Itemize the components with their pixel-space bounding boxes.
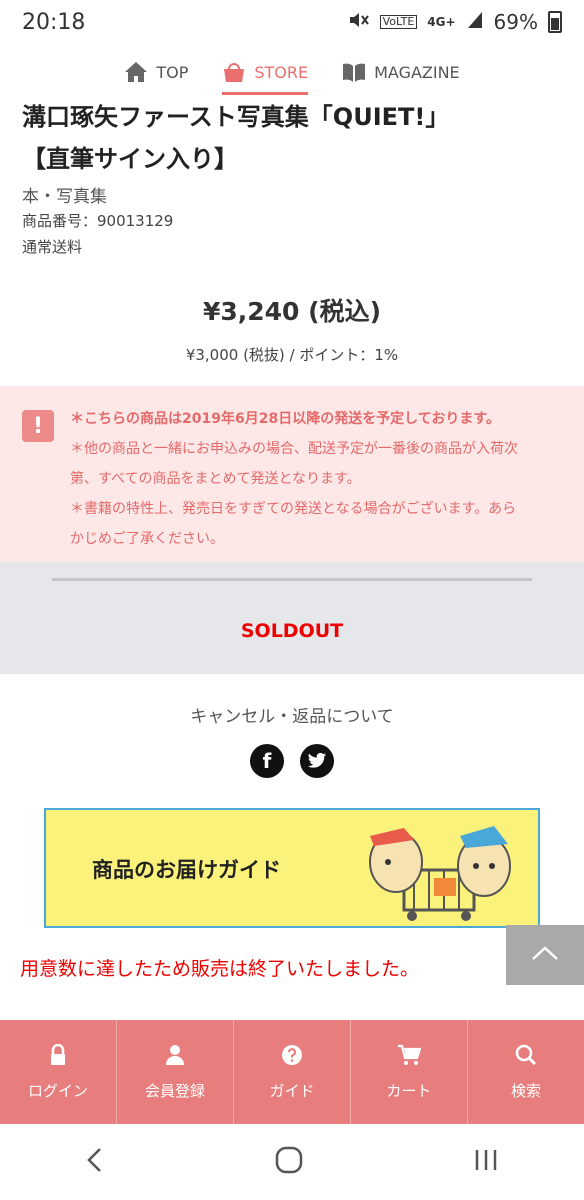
nav-magazine[interactable]: MAGAZINE [342, 52, 460, 92]
divider [52, 578, 532, 581]
signal-icon [466, 10, 484, 35]
tab-login[interactable]: ログイン [0, 1020, 117, 1124]
tab-cart[interactable]: カート [351, 1020, 468, 1124]
soldout-area: SOLDOUT [0, 562, 584, 674]
tab-login-label: ログイン [27, 1081, 88, 1100]
book-icon [342, 61, 366, 83]
volte-badge: VoLTE [379, 15, 418, 29]
tab-cart-label: カート [386, 1081, 432, 1100]
bottom-tab-bar: ログイン 会員登録 ガイド カート 検索 [0, 1020, 584, 1124]
shipping-info: 通常送料 [22, 238, 83, 256]
notice-line: 第、すべての商品をまとめて発送となります。 [70, 471, 361, 487]
social-links: f [250, 744, 334, 778]
basket-icon [222, 60, 246, 84]
sold-out-message: 用意数に達したため販売は終了いたしました。 [20, 958, 420, 980]
tab-guide-label: ガイド [269, 1081, 315, 1100]
home-button-icon[interactable] [275, 1146, 303, 1178]
nav-top-label: TOP [156, 62, 189, 82]
cart-icon [397, 1044, 422, 1070]
network-label: 4G+ [427, 15, 456, 29]
status-indicators: VoLTE 4G+ 69% [348, 10, 562, 35]
price-with-tax: ¥3,240 (税込) [202, 297, 382, 326]
page-title: 溝口琢矢ファースト写真集「QUIET!」 【直筆サイン入り】 [22, 96, 562, 180]
system-nav-bar [0, 1124, 584, 1200]
facebook-icon[interactable]: f [250, 744, 284, 778]
chevron-up-icon [531, 945, 559, 965]
tab-search[interactable]: 検索 [468, 1020, 584, 1124]
tab-register-label: 会員登録 [144, 1081, 205, 1100]
mute-icon [348, 10, 370, 35]
notice-line: ＊他の商品と一緒にお申込みの場合、配送予定が一番後の商品が入荷次 [70, 441, 518, 457]
battery-percent: 69% [493, 10, 538, 34]
recent-apps-icon[interactable] [473, 1148, 499, 1176]
battery-icon [548, 11, 562, 33]
status-bar: 20:18 VoLTE 4G+ 69% [0, 0, 584, 44]
tab-guide[interactable]: ガイド [234, 1020, 351, 1124]
scroll-to-top-button[interactable] [506, 925, 584, 985]
banner-text: 商品のお届けガイド [92, 858, 281, 882]
nav-store[interactable]: STORE [222, 52, 309, 95]
notice-line: ＊こちらの商品は2019年6月28日以降の発送を予定しております。 [70, 411, 500, 427]
mascot-illustration [369, 826, 511, 921]
tab-register[interactable]: 会員登録 [117, 1020, 234, 1124]
tab-search-label: 検索 [510, 1081, 541, 1100]
status-time: 20:18 [22, 9, 86, 35]
twitter-icon[interactable] [300, 744, 334, 778]
nav-magazine-label: MAGAZINE [374, 62, 460, 82]
back-icon[interactable] [85, 1147, 105, 1177]
cancel-returns-link[interactable]: キャンセル・返品について [0, 702, 584, 727]
lock-icon [49, 1043, 67, 1070]
user-icon [165, 1044, 185, 1070]
home-icon [124, 61, 148, 83]
notice-line: かじめご了承ください。 [70, 531, 224, 547]
question-icon [281, 1044, 303, 1070]
top-nav: TOP STORE MAGAZINE [0, 50, 584, 95]
notice-line: ＊書籍の特性上、発売日をすぎての発送となる場合がございます。あら [70, 501, 517, 517]
title-line-1: 溝口琢矢ファースト写真集「QUIET!」 [22, 103, 450, 131]
price-without-tax: ¥3,000 (税抜) / ポイント：1% [185, 346, 399, 364]
soldout-label: SOLDOUT [240, 620, 344, 642]
delivery-guide-banner[interactable]: 商品のお届けガイド [44, 808, 540, 928]
search-icon [515, 1044, 537, 1070]
nav-store-label: STORE [254, 62, 309, 82]
product-number: 商品番号：90013129 [22, 212, 174, 230]
nav-top[interactable]: TOP [124, 52, 188, 92]
title-line-2: 【直筆サイン入り】 [22, 145, 238, 173]
shipping-notice: ! ＊こちらの商品は2019年6月28日以降の発送を予定しております。 ＊他の商… [0, 386, 584, 562]
alert-icon: ! [22, 410, 54, 442]
product-category: 本・写真集 [22, 187, 107, 207]
